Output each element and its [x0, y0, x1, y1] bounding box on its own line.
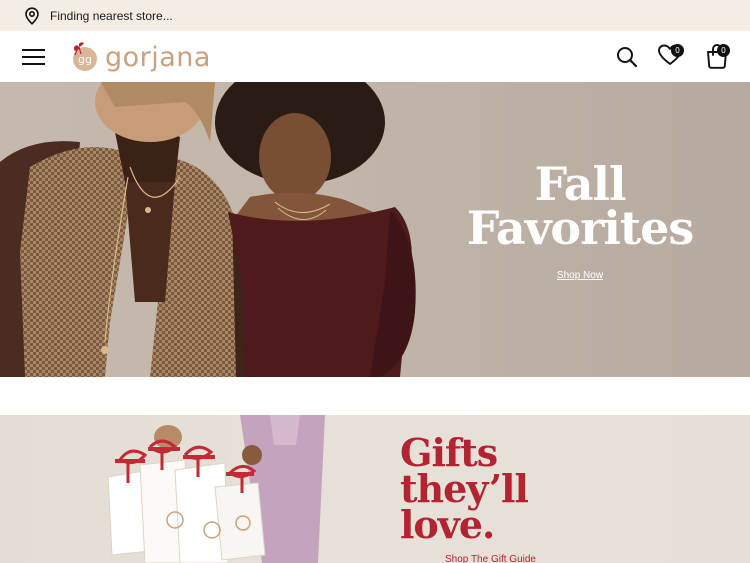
- search-icon[interactable]: [615, 45, 639, 69]
- wishlist-button[interactable]: 0: [658, 43, 686, 69]
- shop-gift-guide-link[interactable]: Shop The Gift Guide: [445, 554, 536, 563]
- location-pin-icon: [24, 6, 40, 25]
- fall-favorites-hero[interactable]: Fall Favorites Shop Now: [0, 82, 750, 377]
- svg-text:gg: gg: [78, 53, 92, 66]
- shop-now-link[interactable]: Shop Now: [557, 270, 603, 281]
- store-locator-text: Finding nearest store...: [50, 8, 173, 23]
- gorjana-logo[interactable]: gg gorjana: [68, 39, 211, 75]
- gift-bags-image: [107, 415, 325, 563]
- gift-guide-banner[interactable]: Gifts they’ll love. Shop The Gift Guide: [0, 415, 750, 563]
- bag-count-badge: 0: [717, 44, 730, 57]
- store-locator-bar[interactable]: Finding nearest store...: [0, 0, 750, 31]
- hero-text-block: Fall Favorites Shop Now: [430, 157, 730, 283]
- wishlist-count-badge: 0: [671, 44, 684, 57]
- hero-title: Fall Favorites: [466, 157, 694, 255]
- hamburger-menu-icon[interactable]: [22, 48, 46, 66]
- shopping-bag-button[interactable]: 0: [705, 42, 731, 70]
- logo-mark-icon: gg: [68, 41, 100, 73]
- gift-text-block: Gifts they’ll love.: [400, 430, 590, 547]
- gift-title: Gifts they’ll love.: [400, 430, 529, 547]
- site-header: gg gorjana 0 0: [0, 31, 750, 82]
- logo-wordmark: gorjana: [105, 41, 211, 73]
